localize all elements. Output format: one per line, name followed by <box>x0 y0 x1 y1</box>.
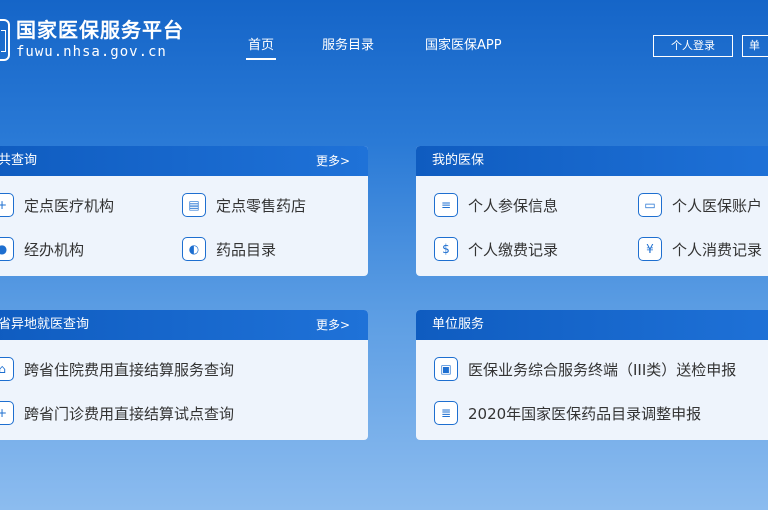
hospital-icon: + <box>0 193 14 217</box>
item-label: 跨省门诊费用直接结算试点查询 <box>24 404 235 423</box>
panel-header: 省异地就医查询 更多> <box>0 310 368 340</box>
item-personal-info[interactable]: ≡ 个人参保信息 <box>434 193 558 217</box>
report-icon: ≣ <box>434 401 458 425</box>
item-label: 药品目录 <box>216 240 277 259</box>
more-link[interactable]: 更多> <box>316 146 350 176</box>
item-label: 定点医疗机构 <box>24 196 115 215</box>
logo-emblem-icon <box>0 19 10 61</box>
pill-icon: ◐ <box>182 237 206 261</box>
panel-header: 单位服务 <box>416 310 768 340</box>
item-consumption-record[interactable]: ¥ 个人消费记录 <box>638 237 762 261</box>
site-url: fuwu.nhsa.gov.cn <box>16 44 167 60</box>
item-label: 个人参保信息 <box>468 196 559 215</box>
panel-public-query: 共查询 更多> + 定点医疗机构 ▤ 定点零售药店 ● 经办机构 ◐ 药品目录 <box>0 146 368 276</box>
yuan-icon: ¥ <box>638 237 662 261</box>
nav-service-catalog[interactable]: 服务目录 <box>322 34 374 53</box>
item-label: 个人缴费记录 <box>468 240 559 259</box>
wallet-icon: ▭ <box>638 193 662 217</box>
panel-title: 单位服务 <box>432 317 485 332</box>
item-outpatient-settlement[interactable]: + 跨省门诊费用直接结算试点查询 <box>0 401 234 425</box>
panel-title: 省异地就医查询 <box>0 317 90 332</box>
item-label: 定点零售药店 <box>216 196 307 215</box>
panel-my-insurance: 我的医保 ≡ 个人参保信息 ▭ 个人医保账户 $ 个人缴费记录 ¥ 个人消费记录 <box>416 146 768 276</box>
more-link[interactable]: 更多> <box>316 310 350 340</box>
outpatient-icon: + <box>0 401 14 425</box>
location-icon: ● <box>0 237 14 261</box>
panel-title: 我的医保 <box>432 153 485 168</box>
item-label: 个人医保账户 <box>672 196 763 215</box>
payment-icon: $ <box>434 237 458 261</box>
item-drug-catalog-report[interactable]: ≣ 2020年国家医保药品目录调整申报 <box>434 401 701 425</box>
item-label: 跨省住院费用直接结算服务查询 <box>24 360 235 379</box>
document-icon: ≡ <box>434 193 458 217</box>
item-label: 经办机构 <box>24 240 85 259</box>
personal-login-button[interactable]: 个人登录 <box>653 35 733 57</box>
site-title: 国家医保服务平台 <box>16 18 184 42</box>
item-label: 2020年国家医保药品目录调整申报 <box>468 404 702 423</box>
panel-unit-services: 单位服务 ▣ 医保业务综合服务终端（III类）送检申报 ≣ 2020年国家医保药… <box>416 310 768 440</box>
item-inpatient-settlement[interactable]: ⌂ 跨省住院费用直接结算服务查询 <box>0 357 234 381</box>
item-medical-institution[interactable]: + 定点医疗机构 <box>0 193 114 217</box>
item-personal-account[interactable]: ▭ 个人医保账户 <box>638 193 762 217</box>
item-payment-record[interactable]: $ 个人缴费记录 <box>434 237 558 261</box>
panel-title: 共查询 <box>0 153 38 168</box>
logo[interactable]: 国家医保服务平台 fuwu.nhsa.gov.cn <box>0 14 184 66</box>
nav-app[interactable]: 国家医保APP <box>425 34 502 53</box>
item-drug-catalog[interactable]: ◐ 药品目录 <box>182 237 276 261</box>
item-retail-pharmacy[interactable]: ▤ 定点零售药店 <box>182 193 306 217</box>
panel-cross-province: 省异地就医查询 更多> ⌂ 跨省住院费用直接结算服务查询 + 跨省门诊费用直接结… <box>0 310 368 440</box>
item-agency[interactable]: ● 经办机构 <box>0 237 84 261</box>
panel-header: 我的医保 <box>416 146 768 176</box>
item-label: 个人消费记录 <box>672 240 763 259</box>
store-icon: ▤ <box>182 193 206 217</box>
hospital-stay-icon: ⌂ <box>0 357 14 381</box>
panel-header: 共查询 更多> <box>0 146 368 176</box>
terminal-icon: ▣ <box>434 357 458 381</box>
unit-login-button[interactable]: 单 <box>742 35 768 57</box>
item-terminal-inspection[interactable]: ▣ 医保业务综合服务终端（III类）送检申报 <box>434 357 736 381</box>
item-label: 医保业务综合服务终端（III类）送检申报 <box>468 360 737 379</box>
nav-home[interactable]: 首页 <box>245 34 277 60</box>
